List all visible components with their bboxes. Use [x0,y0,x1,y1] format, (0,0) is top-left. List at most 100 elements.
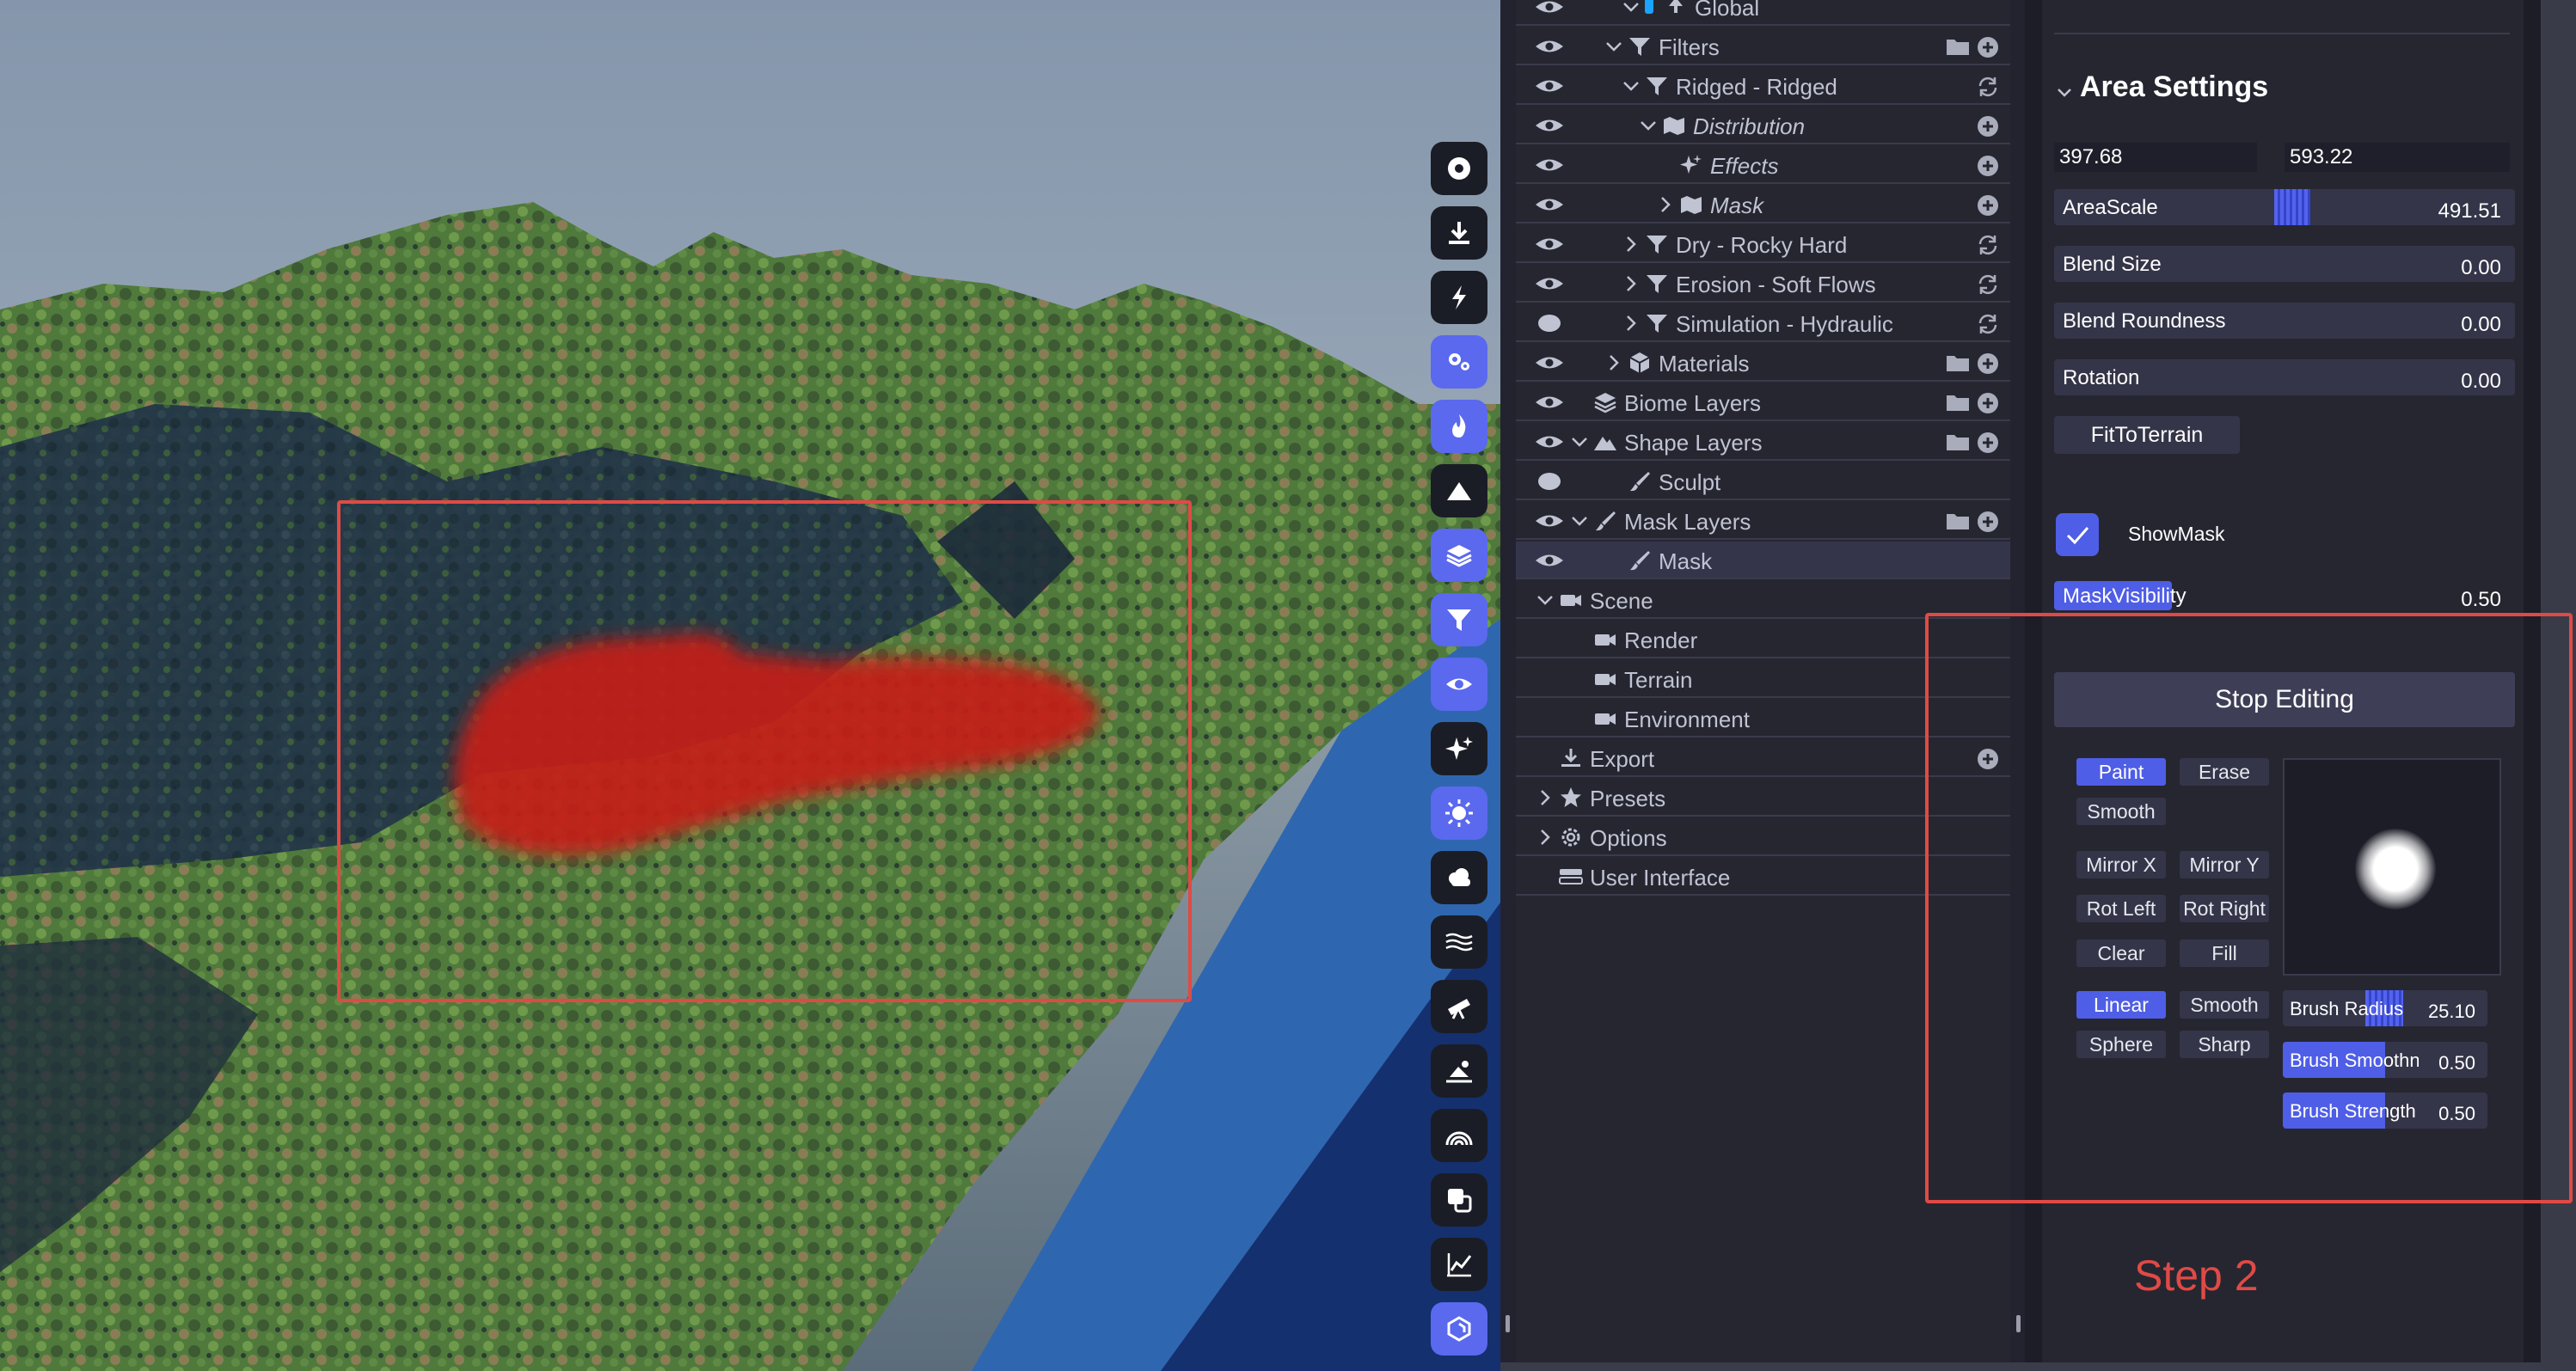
toggle-icon [1559,869,1583,884]
tree-row[interactable]: Shape Layers [1516,423,2010,461]
chevron-down-icon[interactable] [1569,511,1590,531]
download-button[interactable] [1431,206,1487,260]
tree-row[interactable]: Erosion - Soft Flows [1516,265,2010,303]
chevron-right-icon[interactable] [1535,827,1555,848]
folder-icon[interactable] [1946,511,1970,531]
rainbow-button[interactable] [1431,1109,1487,1162]
tree-row[interactable]: Global [1516,0,2010,26]
scroll-handle-right[interactable] [2016,1315,2021,1332]
add-circle-icon[interactable] [1977,36,1999,58]
chevron-right-icon[interactable] [1604,352,1624,373]
tree-row[interactable]: Dry - Rocky Hard [1516,225,2010,263]
tree-row[interactable]: Mask [1516,542,2010,579]
chevron-right-icon[interactable] [1621,313,1641,334]
eye-icon[interactable] [1535,0,1564,19]
chevron-down-icon[interactable] [1569,431,1590,452]
tree-row[interactable]: Effects [1516,146,2010,184]
eye-icon[interactable] [1535,34,1564,58]
eye-hidden-icon[interactable] [1535,311,1564,335]
eye-icon[interactable] [1535,430,1564,454]
rotation-slider[interactable]: Rotation 0.00 [2054,359,2515,395]
mountain-button[interactable] [1431,464,1487,517]
mask-visibility-slider[interactable]: MaskVisibility 0.50 [2054,581,2515,614]
copy-button[interactable] [1431,1173,1487,1227]
fit-to-terrain-button[interactable]: FitToTerrain [2054,416,2240,454]
refresh-icon[interactable] [1977,234,1999,256]
eye-icon[interactable] [1535,232,1564,256]
eye-icon[interactable] [1535,390,1564,414]
scroll-handle-left[interactable] [1506,1315,1510,1332]
eye-icon[interactable] [1535,272,1564,296]
chevron-down-icon[interactable] [1638,115,1659,136]
coord-x-field[interactable]: 397.68 [2054,143,2257,172]
blend-roundness-slider[interactable]: Blend Roundness 0.00 [2054,303,2515,339]
chevron-down-icon[interactable] [1535,590,1555,610]
lightning-button[interactable] [1431,271,1487,324]
folder-icon[interactable] [1946,431,1970,452]
add-circle-icon[interactable] [1977,352,1999,375]
eye-icon[interactable] [1535,193,1564,217]
chevron-down-icon[interactable] [2054,82,2075,102]
sparkles-button[interactable] [1431,722,1487,775]
eye-icon[interactable] [1535,113,1564,138]
tree-row-label: Sculpt [1659,469,1721,495]
lightning-icon [1452,285,1466,309]
tree-row[interactable]: Materials [1516,344,2010,382]
chevron-down-icon[interactable] [1604,36,1624,57]
tree-row[interactable]: Mask Layers [1516,502,2010,540]
chevron-right-icon[interactable] [1535,787,1555,808]
eye-icon[interactable] [1535,153,1564,177]
island-button[interactable] [1431,1044,1487,1098]
download-icon [1449,222,1469,244]
blend-size-slider[interactable]: Blend Size 0.00 [2054,246,2515,282]
sun-button[interactable] [1431,786,1487,840]
terrain-viewport[interactable] [0,0,1500,1371]
waves-button[interactable] [1431,915,1487,969]
folder-icon[interactable] [1946,392,1970,413]
refresh-icon[interactable] [1977,273,1999,296]
eye-hidden-icon[interactable] [1535,469,1564,493]
gears-button[interactable] [1431,335,1487,389]
fire-button[interactable] [1431,400,1487,453]
chevron-right-icon[interactable] [1655,194,1676,215]
eye-icon[interactable] [1535,74,1564,98]
camera-icon [1561,595,1581,606]
add-circle-icon[interactable] [1977,431,1999,454]
layers-button[interactable] [1431,529,1487,582]
add-circle-icon[interactable] [1977,392,1999,414]
refresh-icon[interactable] [1977,313,1999,335]
tree-row[interactable]: Simulation - Hydraulic [1516,304,2010,342]
chevron-right-icon[interactable] [1621,234,1641,254]
tree-row[interactable]: Sculpt [1516,462,2010,500]
tree-row[interactable]: Ridged - Ridged [1516,67,2010,105]
telescope-button[interactable] [1431,980,1487,1033]
filter-button[interactable] [1431,593,1487,646]
eye-icon[interactable] [1535,548,1564,572]
chevron-down-icon[interactable] [1621,0,1641,17]
add-circle-icon[interactable] [1977,511,1999,533]
color-swatch [1645,0,1653,14]
add-circle-icon[interactable] [1977,155,1999,177]
chevron-right-icon[interactable] [1621,273,1641,294]
show-mask-checkbox[interactable] [2056,513,2099,556]
tree-row[interactable]: Mask [1516,186,2010,223]
target-button[interactable] [1431,142,1487,195]
folder-icon[interactable] [1946,352,1970,373]
add-circle-icon[interactable] [1977,194,1999,217]
chart-button[interactable] [1431,1238,1487,1291]
chevron-down-icon[interactable] [1621,76,1641,96]
areascale-slider[interactable]: AreaScale 491.51 [2054,189,2515,225]
tree-row[interactable]: Distribution [1516,107,2010,144]
cloud-button[interactable] [1431,851,1487,904]
eye-icon[interactable] [1535,509,1564,533]
eye-button[interactable] [1431,658,1487,711]
logo-button[interactable] [1431,1302,1487,1356]
folder-icon[interactable] [1946,36,1970,57]
tree-row[interactable]: Filters [1516,28,2010,65]
refresh-icon[interactable] [1977,76,1999,98]
tree-row[interactable]: Biome Layers [1516,383,2010,421]
coord-y-field[interactable]: 593.22 [2285,143,2510,172]
eye-icon[interactable] [1535,351,1564,375]
add-circle-icon[interactable] [1977,115,1999,138]
slider-handle[interactable] [2274,189,2310,225]
